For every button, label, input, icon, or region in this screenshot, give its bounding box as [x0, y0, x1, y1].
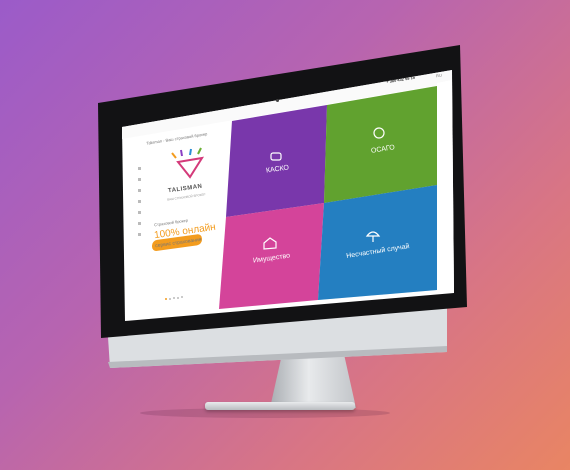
- monitor: [98, 45, 467, 368]
- language-switch[interactable]: RU: [436, 73, 442, 79]
- camera: [276, 99, 279, 102]
